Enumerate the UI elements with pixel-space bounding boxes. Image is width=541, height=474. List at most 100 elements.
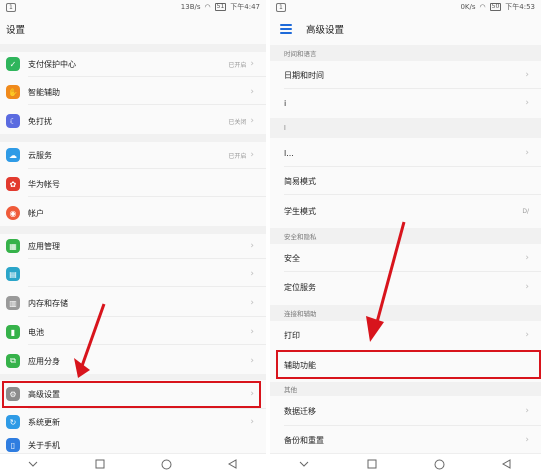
divider <box>284 166 541 167</box>
settings-item-storage[interactable]: ▥ 内存和存储 › <box>0 290 266 316</box>
settings-item-huawei-id[interactable]: ✿ 华为帐号 <box>0 172 266 196</box>
item-value: 已开启 <box>228 152 247 160</box>
chevron-right-icon: › <box>525 282 529 292</box>
section-gap <box>0 134 266 142</box>
divider <box>28 258 266 259</box>
back-icon[interactable] <box>496 457 518 471</box>
chevron-right-icon: › <box>525 70 529 80</box>
pointer-arrow <box>74 303 106 378</box>
divider <box>284 425 541 426</box>
item-label: 系统更新 <box>28 417 60 427</box>
settings-item-app-management[interactable]: ▦ 应用管理 › <box>0 234 266 258</box>
collapse-icon[interactable] <box>22 457 44 471</box>
item-label: 云服务 <box>28 150 52 160</box>
settings-item-app-twin[interactable]: ⧉ 应用分身 › <box>0 348 266 374</box>
divider <box>284 271 541 272</box>
item-label: l... <box>284 148 294 158</box>
settings-item-about-phone[interactable]: ▯ 关于手机 <box>0 436 266 454</box>
cloud-icon: ☁ <box>6 148 20 162</box>
divider <box>28 316 266 317</box>
chevron-right-icon: › <box>525 330 529 340</box>
settings-item-payment-protection[interactable]: ✓ 支付保护中心 已开启 › <box>0 52 266 76</box>
sim-indicator: 1 <box>6 2 16 12</box>
chevron-right-icon: › <box>525 435 529 445</box>
settings-item-language[interactable]: i › <box>270 90 541 116</box>
section-header-input: l <box>270 118 541 138</box>
chevron-right-icon: › <box>525 148 529 158</box>
status-bar: 1 0K/s ◠ 50 下午4:53 <box>270 0 541 14</box>
page-title-bar: 高级设置 <box>270 14 541 44</box>
chevron-right-icon: › <box>250 116 254 126</box>
settings-item-simple-mode[interactable]: 简易模式 <box>270 168 541 194</box>
settings-item-do-not-disturb[interactable]: ☾ 免打扰 已关闭 › <box>0 108 266 134</box>
phone-icon: ▯ <box>6 438 20 452</box>
divider <box>284 194 541 195</box>
chevron-right-icon: › <box>525 253 529 263</box>
settings-panel: 1 13B/s ◠ 51 下午4:47 设置 ✓ 支付保护中心 已开启 › ✋ … <box>0 0 266 474</box>
battery-level: 51 <box>214 3 227 11</box>
settings-item-cloud[interactable]: ☁ 云服务 已开启 › <box>0 142 266 168</box>
settings-item-smart-assist[interactable]: ✋ 智能辅助 › <box>0 80 266 104</box>
item-label: 帐户 <box>28 208 44 218</box>
settings-item-accounts[interactable]: ◉ 帐户 <box>0 200 266 226</box>
settings-item-date-time[interactable]: 日期和时间 › <box>270 62 541 88</box>
chevron-right-icon: › <box>250 356 254 366</box>
chevron-right-icon: › <box>250 417 254 427</box>
item-label: 支付保护中心 <box>28 59 76 69</box>
network-speed: 13B/s <box>180 3 201 11</box>
page-title: 高级设置 <box>306 25 345 36</box>
section-gap <box>0 374 266 380</box>
divider <box>28 344 266 345</box>
item-label: 免打扰 <box>28 116 52 126</box>
section-header-other: 其他 <box>270 382 541 396</box>
twin-icon: ⧉ <box>6 354 20 368</box>
recents-icon[interactable] <box>361 457 383 471</box>
item-label: 应用管理 <box>28 241 60 251</box>
back-icon[interactable] <box>222 457 244 471</box>
item-label: 数据迁移 <box>284 406 316 416</box>
battery-level: 50 <box>489 3 502 11</box>
item-label: i <box>284 98 287 108</box>
navigation-bar <box>0 453 266 474</box>
menu-icon[interactable] <box>280 24 292 34</box>
item-label: 华为帐号 <box>28 179 60 189</box>
chevron-right-icon: › <box>250 298 254 308</box>
chevron-right-icon: › <box>250 327 254 337</box>
item-label: 智能辅助 <box>28 87 60 97</box>
page-title-bar: 设置 <box>0 14 266 44</box>
settings-item-data-migration[interactable]: 数据迁移 › <box>270 397 541 425</box>
shield-icon: ✓ <box>6 57 20 71</box>
wifi-icon: ◠ <box>479 3 486 11</box>
account-icon: ◉ <box>6 206 20 220</box>
settings-item-system-update[interactable]: ↻ 系统更新 › <box>0 410 266 434</box>
sim-indicator: 1 <box>276 2 286 12</box>
huawei-icon: ✿ <box>6 177 20 191</box>
highlight-box <box>276 350 541 379</box>
grid-icon: ▤ <box>6 267 20 281</box>
recents-icon[interactable] <box>89 457 111 471</box>
section-header-time-language: 时间和语言 <box>270 45 541 61</box>
settings-item-backup-reset[interactable]: 备份和重置 › <box>270 427 541 453</box>
divider <box>28 196 266 197</box>
settings-item-battery[interactable]: ▮ 电池 › <box>0 320 266 344</box>
storage-icon: ▥ <box>6 296 20 310</box>
item-label: 备份和重置 <box>284 435 324 445</box>
item-label: 日期和时间 <box>284 70 324 80</box>
home-icon[interactable] <box>428 457 450 471</box>
chevron-right-icon: › <box>525 98 529 108</box>
divider <box>28 76 266 77</box>
settings-item-unnamed-1[interactable]: ▤ › <box>0 262 266 286</box>
update-icon: ↻ <box>6 415 20 429</box>
section-gap <box>0 226 266 234</box>
item-value: D/ <box>522 207 529 215</box>
divider <box>284 88 541 89</box>
settings-item-input[interactable]: l... › <box>270 140 541 166</box>
item-label: 关于手机 <box>28 440 60 450</box>
hand-icon: ✋ <box>6 85 20 99</box>
collapse-icon[interactable] <box>293 457 315 471</box>
home-icon[interactable] <box>155 457 177 471</box>
pointer-arrow <box>366 221 406 342</box>
moon-icon: ☾ <box>6 114 20 128</box>
item-label: 电池 <box>28 327 44 337</box>
chevron-right-icon: › <box>250 269 254 279</box>
